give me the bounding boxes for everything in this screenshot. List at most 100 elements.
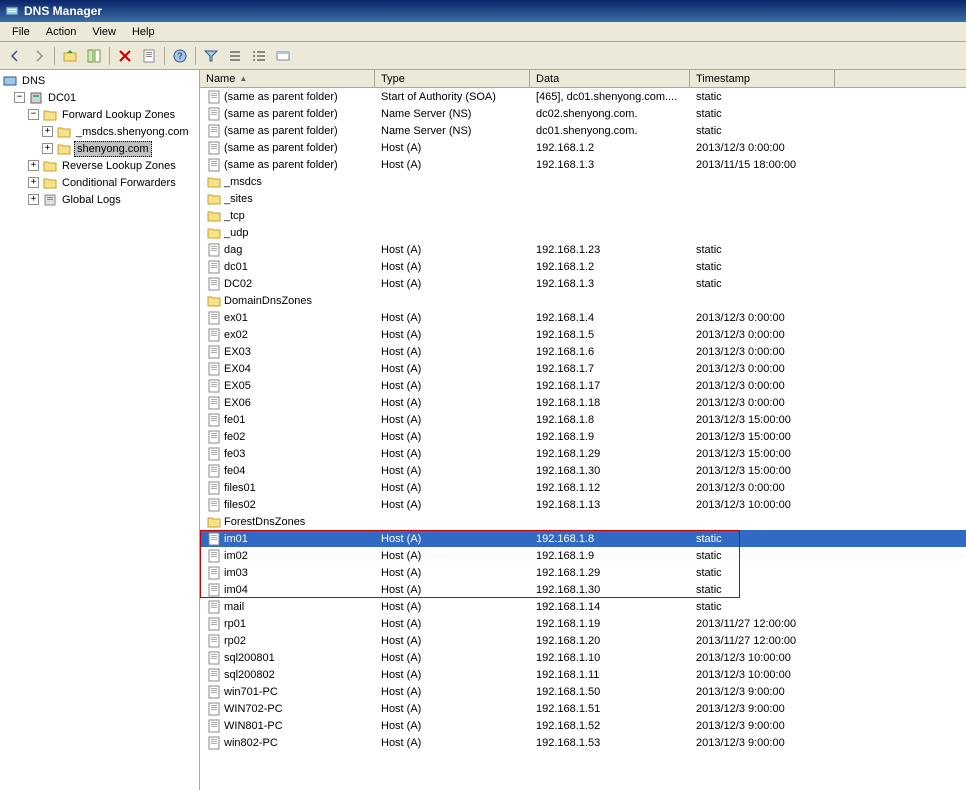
list-row[interactable]: im02Host (A)192.168.1.9static: [200, 547, 966, 564]
collapse-icon[interactable]: −: [28, 109, 39, 120]
cell-type: Host (A): [375, 311, 530, 325]
cell-data: 192.168.1.23: [530, 243, 690, 257]
list-row[interactable]: sql200802Host (A)192.168.1.112013/12/3 1…: [200, 666, 966, 683]
expand-icon[interactable]: +: [28, 177, 39, 188]
record-icon: [206, 685, 222, 699]
cell-type: Host (A): [375, 464, 530, 478]
list-row[interactable]: _tcp: [200, 207, 966, 224]
cell-data: 192.168.1.2: [530, 260, 690, 274]
list-row[interactable]: im01Host (A)192.168.1.8static: [200, 530, 966, 547]
list-row[interactable]: EX05Host (A)192.168.1.172013/12/3 0:00:0…: [200, 377, 966, 394]
list-row[interactable]: dc01Host (A)192.168.1.2static: [200, 258, 966, 275]
cell-timestamp: 2013/12/3 10:00:00: [690, 498, 835, 512]
list-row[interactable]: _udp: [200, 224, 966, 241]
list-row[interactable]: WIN702-PCHost (A)192.168.1.512013/12/3 9…: [200, 700, 966, 717]
expand-icon[interactable]: +: [42, 126, 53, 137]
list-header: Name▲ Type Data Timestamp: [200, 70, 966, 88]
record-icon: [206, 107, 222, 121]
column-data[interactable]: Data: [530, 70, 690, 87]
list-row[interactable]: (same as parent folder)Name Server (NS)d…: [200, 105, 966, 122]
record-icon: [206, 311, 222, 325]
help-button[interactable]: ?: [169, 45, 191, 67]
cell-type: Host (A): [375, 362, 530, 376]
expand-icon[interactable]: +: [42, 143, 53, 154]
delete-button[interactable]: [114, 45, 136, 67]
record-icon: [206, 413, 222, 427]
dns-icon: [2, 73, 18, 89]
list-row[interactable]: rp01Host (A)192.168.1.192013/11/27 12:00…: [200, 615, 966, 632]
tree-shenyong-zone[interactable]: + shenyong.com: [2, 140, 197, 157]
list-row[interactable]: ex02Host (A)192.168.1.52013/12/3 0:00:00: [200, 326, 966, 343]
tree-gl[interactable]: + Global Logs: [2, 191, 197, 208]
list-row[interactable]: win701-PCHost (A)192.168.1.502013/12/3 9…: [200, 683, 966, 700]
forward-button[interactable]: [28, 45, 50, 67]
cell-name: _udp: [200, 225, 375, 241]
list-row[interactable]: (same as parent folder)Host (A)192.168.1…: [200, 139, 966, 156]
list-row[interactable]: mailHost (A)192.168.1.14static: [200, 598, 966, 615]
list-row[interactable]: (same as parent folder)Host (A)192.168.1…: [200, 156, 966, 173]
list-row[interactable]: sql200801Host (A)192.168.1.102013/12/3 1…: [200, 649, 966, 666]
list-row[interactable]: ForestDnsZones: [200, 513, 966, 530]
back-button[interactable]: [4, 45, 26, 67]
menu-file[interactable]: File: [4, 24, 38, 40]
list-row[interactable]: DC02Host (A)192.168.1.3static: [200, 275, 966, 292]
list-row[interactable]: fe02Host (A)192.168.1.92013/12/3 15:00:0…: [200, 428, 966, 445]
cell-type: Host (A): [375, 260, 530, 274]
list-row[interactable]: fe03Host (A)192.168.1.292013/12/3 15:00:…: [200, 445, 966, 462]
properties-button[interactable]: [138, 45, 160, 67]
list-row[interactable]: WIN801-PCHost (A)192.168.1.522013/12/3 9…: [200, 717, 966, 734]
menu-help[interactable]: Help: [124, 24, 163, 40]
list-row[interactable]: DomainDnsZones: [200, 292, 966, 309]
menu-view[interactable]: View: [84, 24, 124, 40]
manage-button[interactable]: [272, 45, 294, 67]
cell-name: fe04: [200, 463, 375, 479]
tree-rlz[interactable]: + Reverse Lookup Zones: [2, 157, 197, 174]
cell-timestamp: 2013/12/3 0:00:00: [690, 345, 835, 359]
server-icon: [28, 90, 44, 106]
cell-type: Host (A): [375, 719, 530, 733]
list-row[interactable]: ex01Host (A)192.168.1.42013/12/3 0:00:00: [200, 309, 966, 326]
tree-panel[interactable]: DNS − DC01 − Forward Lookup Zones + _msd…: [0, 70, 200, 790]
list-row[interactable]: dagHost (A)192.168.1.23static: [200, 241, 966, 258]
list-row[interactable]: fe04Host (A)192.168.1.302013/12/3 15:00:…: [200, 462, 966, 479]
expand-icon[interactable]: +: [28, 160, 39, 171]
list-row[interactable]: EX04Host (A)192.168.1.72013/12/3 0:00:00: [200, 360, 966, 377]
list-row[interactable]: win802-PCHost (A)192.168.1.532013/12/3 9…: [200, 734, 966, 751]
record-icon: [206, 549, 222, 563]
list-row[interactable]: EX03Host (A)192.168.1.62013/12/3 0:00:00: [200, 343, 966, 360]
record-icon: [206, 141, 222, 155]
column-type[interactable]: Type: [375, 70, 530, 87]
list-button-1[interactable]: [224, 45, 246, 67]
list-row[interactable]: im03Host (A)192.168.1.29static: [200, 564, 966, 581]
cell-name: DC02: [200, 276, 375, 292]
menu-action[interactable]: Action: [38, 24, 85, 40]
list-row[interactable]: im04Host (A)192.168.1.30static: [200, 581, 966, 598]
tree-msdcs-zone[interactable]: + _msdcs.shenyong.com: [2, 123, 197, 140]
collapse-icon[interactable]: −: [14, 92, 25, 103]
list-row[interactable]: EX06Host (A)192.168.1.182013/12/3 0:00:0…: [200, 394, 966, 411]
filter-button[interactable]: [200, 45, 222, 67]
tree-cf[interactable]: + Conditional Forwarders: [2, 174, 197, 191]
record-icon: [206, 702, 222, 716]
tree-dns-root[interactable]: DNS: [2, 72, 197, 89]
tree-server[interactable]: − DC01: [2, 89, 197, 106]
column-timestamp[interactable]: Timestamp: [690, 70, 835, 87]
tree-flz[interactable]: − Forward Lookup Zones: [2, 106, 197, 123]
up-button[interactable]: [59, 45, 81, 67]
list-row[interactable]: _sites: [200, 190, 966, 207]
list-row[interactable]: files02Host (A)192.168.1.132013/12/3 10:…: [200, 496, 966, 513]
cell-data: 192.168.1.5: [530, 328, 690, 342]
list-panel[interactable]: Name▲ Type Data Timestamp (same as paren…: [200, 70, 966, 790]
record-icon: [206, 634, 222, 648]
expand-icon[interactable]: +: [28, 194, 39, 205]
list-row[interactable]: (same as parent folder)Start of Authorit…: [200, 88, 966, 105]
list-row[interactable]: (same as parent folder)Name Server (NS)d…: [200, 122, 966, 139]
list-row[interactable]: files01Host (A)192.168.1.122013/12/3 0:0…: [200, 479, 966, 496]
list-button-2[interactable]: [248, 45, 270, 67]
show-hide-button[interactable]: [83, 45, 105, 67]
column-name[interactable]: Name▲: [200, 70, 375, 87]
record-icon: [206, 566, 222, 580]
list-row[interactable]: _msdcs: [200, 173, 966, 190]
list-row[interactable]: rp02Host (A)192.168.1.202013/11/27 12:00…: [200, 632, 966, 649]
list-row[interactable]: fe01Host (A)192.168.1.82013/12/3 15:00:0…: [200, 411, 966, 428]
